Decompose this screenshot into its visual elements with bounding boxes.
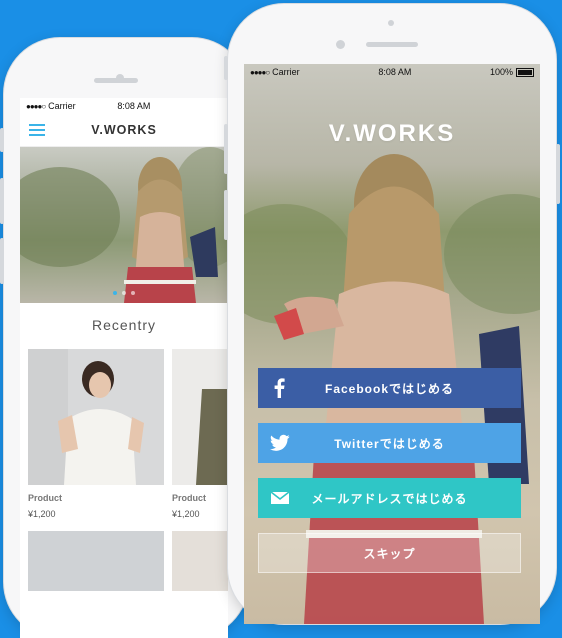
battery-icon (516, 67, 534, 77)
twitter-login-label: Twitterではじめる (334, 436, 445, 451)
product-label: Product (172, 493, 207, 503)
side-button (0, 128, 4, 152)
product-image (28, 531, 164, 591)
facebook-icon (274, 378, 285, 398)
status-bar: ●●●●○ Carrier 8:08 AM (20, 98, 228, 114)
battery-label: 100% (489, 67, 513, 77)
side-button (224, 124, 228, 174)
facebook-login-label: Facebookではじめる (324, 381, 455, 396)
screen-front: ●●●●○ Carrier 8:08 AM 100% V.WORKS Faceb… (244, 64, 540, 624)
email-login-button[interactable]: メールアドレスではじめる (258, 478, 521, 518)
product-image (28, 349, 164, 485)
product-price: ¥1,200 (28, 509, 56, 519)
product-card[interactable]: Product ¥1,200 (172, 349, 228, 591)
mail-icon (270, 491, 290, 504)
side-button (224, 190, 228, 240)
hero-carousel[interactable] (20, 147, 228, 303)
skip-button[interactable]: スキップ (258, 533, 521, 573)
app-title: V.WORKS (328, 120, 456, 147)
side-button (0, 178, 4, 224)
product-price: ¥1,200 (172, 509, 200, 519)
product-label: Product (28, 493, 63, 503)
speaker (366, 42, 418, 47)
phone-back: ●●●●○ Carrier 8:08 AM V.WORKS Recentry P… (0, 38, 248, 638)
signal-icon: ●●●●○ (26, 101, 46, 111)
status-time: 8:08 AM (117, 101, 151, 111)
twitter-login-button[interactable]: Twitterではじめる (258, 423, 521, 463)
menu-icon[interactable] (29, 124, 45, 136)
speaker (94, 78, 138, 83)
power-button (556, 144, 560, 204)
navbar: V.WORKS (20, 114, 228, 147)
front-camera (388, 20, 394, 26)
screen-back: ●●●●○ Carrier 8:08 AM V.WORKS Recentry P… (20, 98, 228, 638)
status-bar: ●●●●○ Carrier 8:08 AM 100% (244, 64, 540, 80)
carrier-label: Carrier (48, 101, 76, 111)
app-title: V.WORKS (91, 123, 157, 137)
signal-icon: ●●●●○ (250, 67, 270, 77)
phone-front: ●●●●○ Carrier 8:08 AM 100% V.WORKS Faceb… (224, 4, 560, 624)
side-button (224, 56, 228, 80)
front-camera (336, 40, 345, 49)
section-title: Recentry (91, 317, 157, 333)
side-button (0, 238, 4, 284)
facebook-login-button[interactable]: Facebookではじめる (258, 368, 521, 408)
status-time: 8:08 AM (378, 67, 412, 77)
twitter-icon (270, 434, 290, 451)
carousel-dots[interactable] (113, 291, 135, 295)
carrier-label: Carrier (272, 67, 300, 77)
product-grid: Product ¥1,200 Product ¥1,200 (20, 349, 228, 591)
skip-label: スキップ (363, 546, 416, 561)
product-image (172, 349, 228, 485)
hero-photo (20, 147, 228, 303)
product-card[interactable]: Product ¥1,200 (28, 349, 164, 591)
email-login-label: メールアドレスではじめる (311, 491, 468, 506)
product-image (172, 531, 228, 591)
